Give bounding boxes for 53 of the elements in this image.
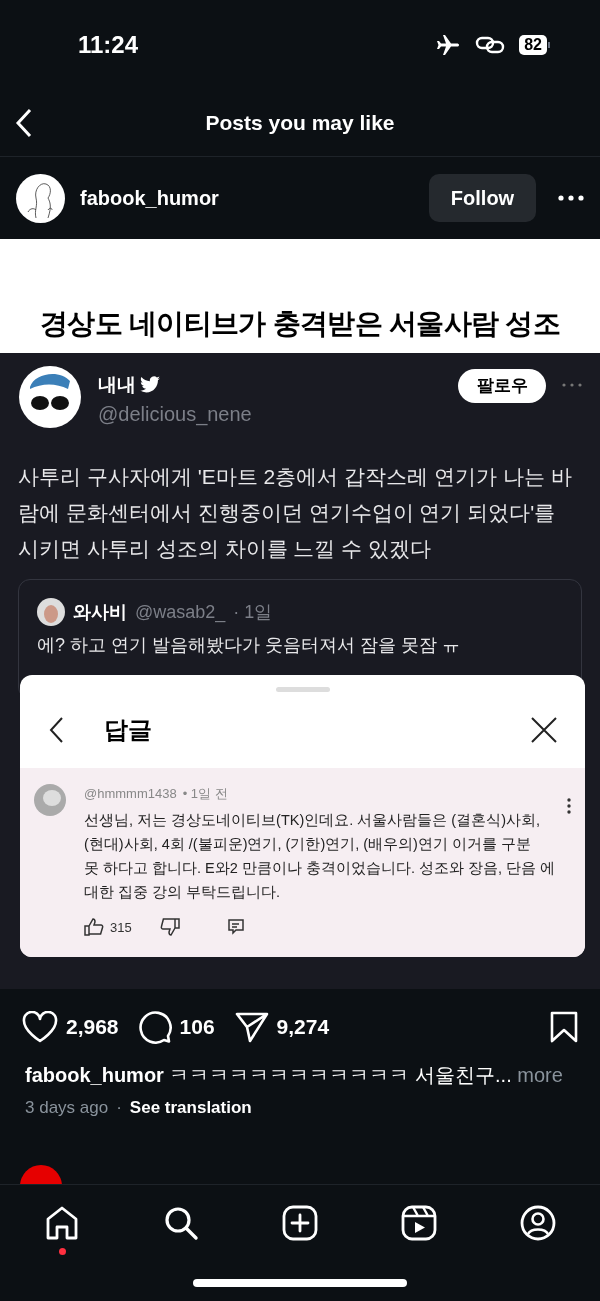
follow-button[interactable]: Follow	[429, 174, 536, 222]
see-translation-link[interactable]: See translation	[129, 1095, 252, 1121]
comment-count[interactable]: 106	[179, 1011, 215, 1043]
reply-icon	[227, 919, 244, 936]
more-icon	[562, 382, 582, 387]
image-headline: 경상도 네이티브가 충격받은 서울사람 성조	[40, 306, 560, 341]
author-username[interactable]: fabook_humor	[80, 183, 429, 213]
create-icon[interactable]	[282, 1204, 318, 1241]
more-icon[interactable]	[558, 195, 584, 201]
tweet-handle: @delicious_nene	[98, 402, 253, 428]
like-count[interactable]: 2,968	[66, 1011, 119, 1043]
quote-author-name: 와사비	[73, 600, 127, 624]
comment-handle: @hmmmm1438	[84, 785, 177, 803]
home-icon[interactable]	[44, 1204, 80, 1241]
share-count[interactable]: 9,274	[276, 1011, 330, 1043]
bookmark-icon[interactable]	[550, 1011, 578, 1043]
commenter-avatar	[34, 784, 66, 816]
quote-avatar	[37, 598, 65, 626]
tweet-text: 사투리 구사자에게 'E마트 2층에서 갑작스레 연기가 나는 바 람에 문화센터에서 진행중이던 연기수업이 연기 되었다'를 시키면 사투리 성조의 차이를 느낄 수 있겠다	[18, 464, 573, 562]
avatar[interactable]	[16, 173, 65, 223]
tweet-avatar	[18, 364, 82, 429]
link-icon	[475, 35, 506, 55]
bird-icon	[140, 376, 160, 394]
reels-icon[interactable]	[401, 1204, 437, 1241]
quote-text: 에? 하고 연기 발음해봤다가 웃음터져서 잠을 못잠 ㅠ	[37, 634, 462, 657]
back-icon	[48, 716, 64, 744]
tweet-follow-button[interactable]: 팔로우	[458, 368, 546, 403]
sheet-title: 답글	[104, 715, 153, 745]
airplane-icon	[435, 34, 462, 56]
thumbs-up-icon	[84, 918, 104, 937]
status-time: 11:24	[78, 30, 139, 60]
comment-text: 선생님, 저는 경상도네이티브(TK)인데요. 서울사람들은 (결혼식)사회, (현대)사회, 4회 /(불피운)연기, (기한)연기, (배우의)연기 이거를 구분 못 하다고 합니다. E와2 만큼이나 충격이었습니다. 성조와 장음, 단음 에 대한 집중 강의 부탁드립니다.	[84, 810, 557, 902]
comment-icon[interactable]	[138, 1010, 172, 1044]
drag-handle	[275, 687, 330, 692]
page-title: Posts you may like	[205, 110, 395, 137]
separator-dot: ·	[116, 1097, 122, 1119]
quote-handle: @wasab2_	[135, 600, 226, 625]
comment-like-count: 315	[110, 918, 132, 937]
thumbs-down-icon	[159, 918, 180, 937]
tweet-author-name: 내내	[98, 372, 136, 397]
quote-time: · 1일	[233, 600, 273, 624]
profile-icon[interactable]	[520, 1204, 556, 1241]
comment-time: • 1일 전	[182, 785, 228, 803]
heart-icon[interactable]	[22, 1011, 58, 1043]
more-vertical-icon	[567, 798, 571, 814]
send-icon[interactable]	[234, 1011, 269, 1043]
caption: fabook_humor ㅋㅋㅋㅋㅋㅋㅋㅋㅋㅋㅋㅋ 서울친구... more	[25, 1063, 564, 1088]
search-icon[interactable]	[163, 1204, 199, 1241]
more-link[interactable]: more	[517, 1064, 563, 1086]
back-icon[interactable]	[14, 108, 34, 138]
close-icon	[531, 717, 557, 743]
post-time: 3 days ago	[25, 1097, 109, 1119]
battery-level: 82	[519, 35, 547, 55]
